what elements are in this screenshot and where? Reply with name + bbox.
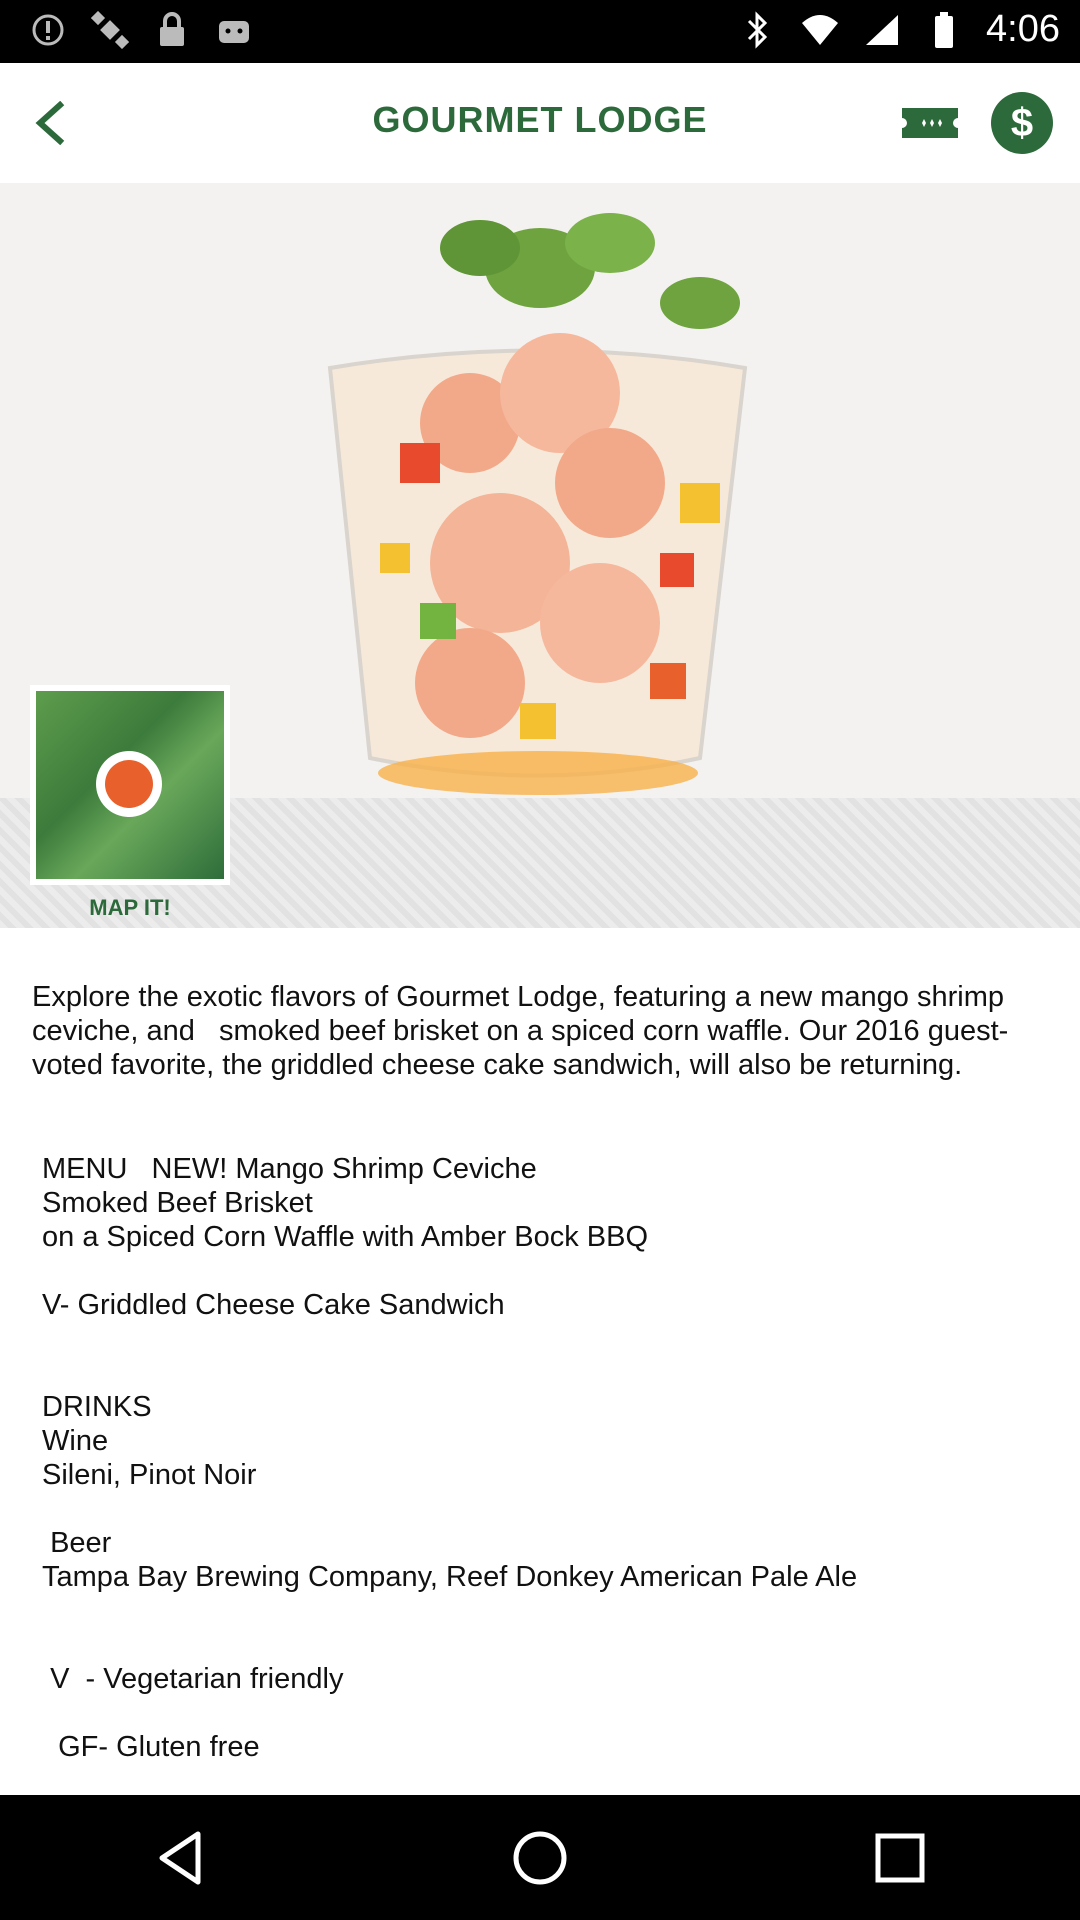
signal-icon <box>862 10 902 50</box>
battery-icon <box>924 10 964 50</box>
satellite-icon <box>90 10 130 50</box>
description-text: Explore the exotic flavors of Gourmet Lo… <box>32 981 1013 1081</box>
map-it-button[interactable] <box>30 685 230 885</box>
app-header: GOURMET LODGE $ <box>0 63 1080 183</box>
android-icon <box>214 10 254 50</box>
system-nav-bar <box>0 1795 1080 1920</box>
nav-recents-button[interactable] <box>860 1818 940 1898</box>
alert-icon <box>28 10 68 50</box>
bluetooth-icon <box>738 10 778 50</box>
circle-home-icon <box>513 1831 567 1884</box>
map-thumbnail <box>36 691 224 879</box>
hero-image: MAP IT! <box>0 183 1080 928</box>
wifi-icon <box>800 10 840 50</box>
svg-text:$: $ <box>1011 101 1033 145</box>
tickets-button[interactable] <box>900 99 970 147</box>
status-time: 4:06 <box>986 8 1060 50</box>
pricing-button[interactable]: $ <box>990 91 1054 155</box>
map-it-label[interactable]: MAP IT! <box>30 895 230 921</box>
content-area: Explore the exotic flavors of Gourmet Lo… <box>32 980 1042 1764</box>
ticket-icon <box>902 108 958 138</box>
menu-text: MENU NEW! Mango Shrimp Ceviche Smoked Be… <box>42 1153 858 1763</box>
dollar-icon: $ <box>991 92 1053 154</box>
square-recents-icon <box>875 1833 925 1882</box>
nav-back-button[interactable] <box>140 1818 220 1898</box>
location-pin-icon <box>96 751 162 817</box>
lock-icon <box>152 10 192 50</box>
triangle-back-icon <box>159 1831 201 1884</box>
status-bar: 4:06 <box>0 0 1080 63</box>
nav-home-button[interactable] <box>500 1818 580 1898</box>
